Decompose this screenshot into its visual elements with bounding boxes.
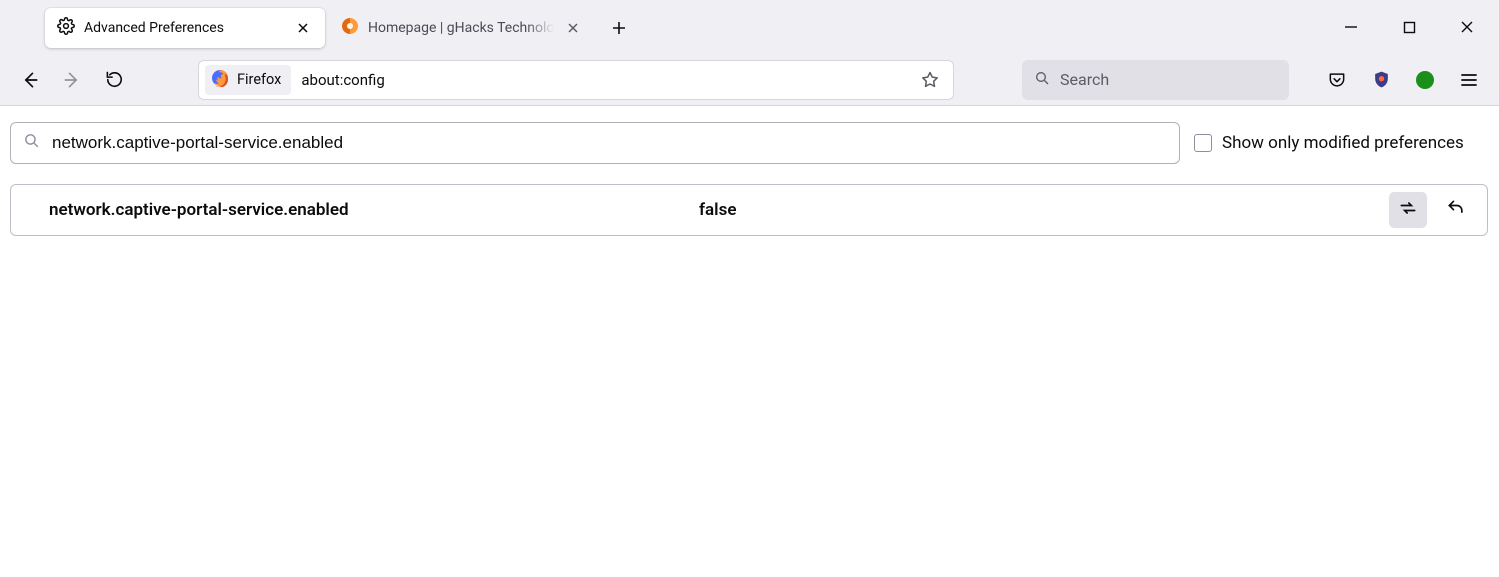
pref-table: network.captive-portal-service.enabled f… <box>10 184 1488 236</box>
url-bar[interactable]: Firefox about:config <box>198 60 954 100</box>
gear-icon <box>57 17 75 39</box>
close-icon[interactable] <box>563 18 583 38</box>
tab-label: Advanced Preferences <box>84 20 284 36</box>
search-icon <box>1034 70 1050 90</box>
window-maximize-button[interactable] <box>1389 7 1429 47</box>
window-minimize-button[interactable] <box>1331 7 1371 47</box>
extension-shield-button[interactable] <box>1361 60 1401 100</box>
account-button[interactable] <box>1405 60 1445 100</box>
undo-icon <box>1446 198 1466 223</box>
pref-search-box[interactable] <box>10 122 1180 164</box>
account-avatar-icon <box>1416 71 1434 89</box>
reset-button[interactable] <box>1437 192 1475 228</box>
toolbar-right <box>1303 60 1489 100</box>
identity-label: Firefox <box>237 71 281 88</box>
toggle-button[interactable] <box>1389 192 1427 228</box>
back-button[interactable] <box>10 60 50 100</box>
forward-button[interactable] <box>52 60 92 100</box>
pref-search-input[interactable] <box>52 133 1167 153</box>
toggle-icon <box>1398 198 1418 223</box>
firefox-logo-icon <box>211 69 229 91</box>
search-bar[interactable]: Search <box>1022 60 1289 100</box>
pref-actions <box>1389 192 1481 228</box>
about-config-page: Show only modified preferences network.c… <box>0 106 1499 252</box>
url-text: about:config <box>301 71 384 89</box>
checkbox-label: Show only modified preferences <box>1222 133 1464 153</box>
new-tab-button[interactable] <box>601 10 637 46</box>
pref-name: network.captive-portal-service.enabled <box>49 200 699 220</box>
window-controls <box>1331 0 1499 54</box>
tab-label: Homepage | gHacks Technology News <box>368 20 554 36</box>
tab-strip: Advanced Preferences Homepage | gHacks T… <box>0 0 1499 54</box>
window-close-button[interactable] <box>1447 7 1487 47</box>
pocket-button[interactable] <box>1317 60 1357 100</box>
pref-value: false <box>699 200 1389 220</box>
reload-button[interactable] <box>94 60 134 100</box>
show-only-modified-checkbox[interactable]: Show only modified preferences <box>1194 133 1489 153</box>
tab-advanced-preferences[interactable]: Advanced Preferences <box>45 8 325 48</box>
pref-row[interactable]: network.captive-portal-service.enabled f… <box>11 185 1487 235</box>
search-icon <box>23 132 40 154</box>
pref-search-row: Show only modified preferences <box>10 122 1489 164</box>
ghacks-favicon-icon <box>341 17 359 39</box>
nav-toolbar: Firefox about:config Search <box>0 54 1499 106</box>
close-icon[interactable] <box>293 18 313 38</box>
bookmark-star-button[interactable] <box>913 63 947 97</box>
search-placeholder: Search <box>1060 70 1109 89</box>
checkbox-icon <box>1194 134 1212 152</box>
identity-box[interactable]: Firefox <box>205 65 291 95</box>
tab-ghacks[interactable]: Homepage | gHacks Technology News <box>329 8 595 48</box>
app-menu-button[interactable] <box>1449 60 1489 100</box>
